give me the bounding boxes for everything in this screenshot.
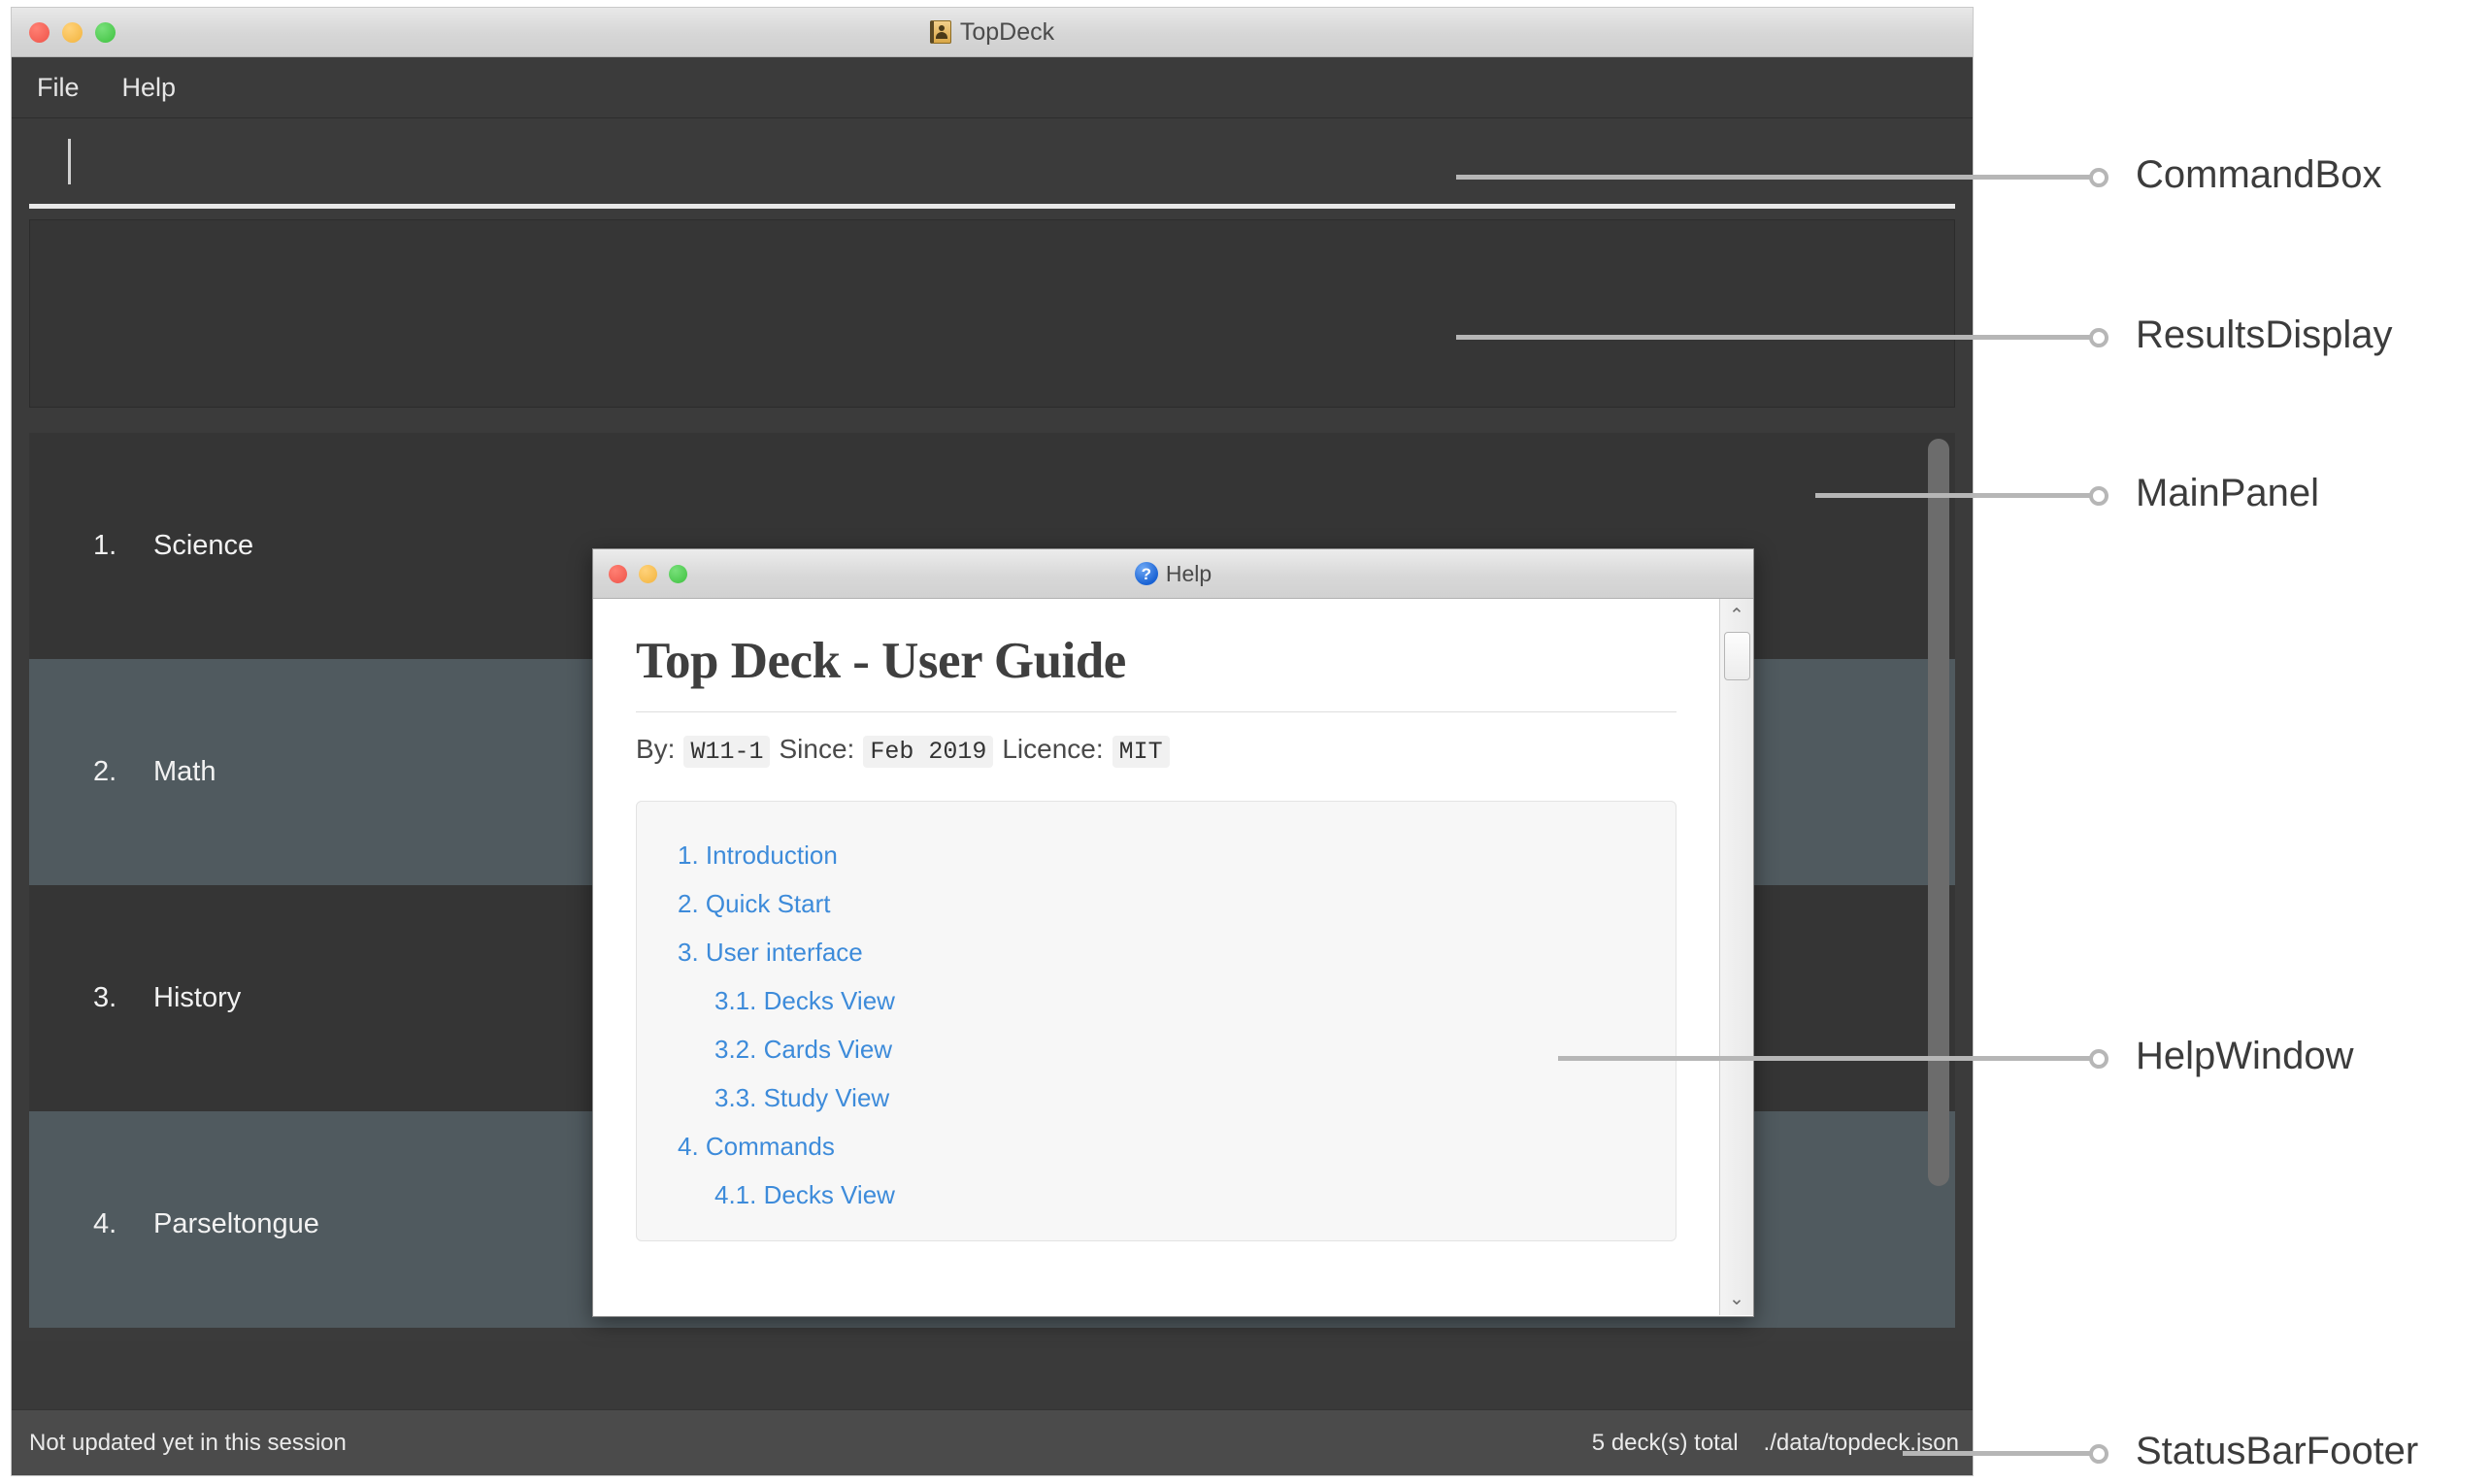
scroll-up-icon[interactable]: ⌃ xyxy=(1720,603,1753,628)
toc-link-commands-decks-view[interactable]: 4.1. Decks View xyxy=(637,1182,1676,1231)
deck-count-text: 5 deck(s) total xyxy=(1591,1429,1739,1456)
licence-label: Licence: xyxy=(1002,734,1104,764)
help-content: Top Deck - User Guide By: W11-1 Since: F… xyxy=(593,599,1719,1315)
text-caret xyxy=(68,138,71,184)
menu-item-file[interactable]: File xyxy=(37,73,80,103)
toc-link-decks-view[interactable]: 3.1. Decks View xyxy=(637,988,1676,1037)
scrollbar-thumb[interactable] xyxy=(1928,439,1949,1186)
command-input[interactable] xyxy=(29,118,1955,209)
menu-bar: File Help xyxy=(12,57,1973,118)
annotation-label: HelpWindow xyxy=(2136,1035,2354,1077)
leader-line xyxy=(1456,335,2097,340)
minimize-button[interactable] xyxy=(62,21,83,43)
toc-link-cards-view[interactable]: 3.2. Cards View xyxy=(637,1037,1676,1085)
toc-link-commands[interactable]: 4. Commands xyxy=(637,1134,1676,1182)
status-left-text: Not updated yet in this session xyxy=(29,1429,347,1456)
by-value: W11-1 xyxy=(683,736,771,768)
toc-link-introduction[interactable]: 1. Introduction xyxy=(637,842,1676,891)
help-scrollbar[interactable]: ⌃ ⌄ xyxy=(1719,599,1753,1315)
leader-line xyxy=(1903,1451,2097,1456)
help-body: Top Deck - User Guide By: W11-1 Since: F… xyxy=(593,599,1753,1315)
annotation-label: CommandBox xyxy=(2136,153,2382,196)
leader-dot xyxy=(2089,168,2108,187)
leader-line xyxy=(1558,1056,2097,1061)
status-bar-footer: Not updated yet in this session 5 deck(s… xyxy=(12,1409,1973,1475)
annotation-label: ResultsDisplay xyxy=(2136,313,2393,356)
annotation-label: StatusBarFooter xyxy=(2136,1430,2419,1472)
licence-value: MIT xyxy=(1112,736,1170,768)
help-close-button[interactable] xyxy=(609,564,627,583)
leader-dot xyxy=(2089,486,2108,506)
help-title-group: ? Help xyxy=(593,561,1753,587)
since-label: Since: xyxy=(779,734,855,764)
help-maximize-button[interactable] xyxy=(669,564,687,583)
app-title-group: TopDeck xyxy=(12,18,1973,47)
maximize-button[interactable] xyxy=(95,21,116,43)
help-minimize-button[interactable] xyxy=(639,564,657,583)
deck-name: Science xyxy=(153,530,254,561)
help-title-bar: ? Help xyxy=(593,549,1753,599)
main-panel-scrollbar[interactable] xyxy=(1928,439,1949,1312)
deck-index: 4. xyxy=(93,1208,117,1239)
command-box[interactable] xyxy=(12,118,1973,209)
by-label: By: xyxy=(636,734,676,764)
toc-link-quick-start[interactable]: 2. Quick Start xyxy=(637,891,1676,940)
address-book-icon xyxy=(929,20,951,44)
deck-index: 2. xyxy=(93,756,117,787)
deck-name: History xyxy=(153,982,242,1013)
app-title: TopDeck xyxy=(959,17,1055,46)
since-value: Feb 2019 xyxy=(863,736,994,768)
help-window: ? Help Top Deck - User Guide By: W11-1 S… xyxy=(592,548,1754,1317)
window-controls xyxy=(29,21,116,43)
scroll-down-icon[interactable]: ⌄ xyxy=(1720,1286,1753,1311)
leader-dot xyxy=(2089,328,2108,347)
help-metadata: By: W11-1 Since: Feb 2019 Licence: MIT xyxy=(636,734,1677,768)
deck-name: Parseltongue xyxy=(153,1208,319,1239)
app-title-bar: TopDeck xyxy=(12,8,1973,57)
toc-link-study-view[interactable]: 3.3. Study View xyxy=(637,1085,1676,1134)
deck-index: 3. xyxy=(93,982,117,1013)
annotation-label: MainPanel xyxy=(2136,472,2320,514)
results-display-container xyxy=(12,204,1973,421)
leader-dot xyxy=(2089,1049,2108,1069)
results-display xyxy=(29,219,1955,408)
page-title: Top Deck - User Guide xyxy=(636,632,1677,712)
menu-item-help[interactable]: Help xyxy=(122,73,177,103)
leader-line xyxy=(1456,175,2097,180)
close-button[interactable] xyxy=(29,21,50,43)
leader-line xyxy=(1815,493,2097,498)
help-scrollbar-thumb[interactable] xyxy=(1724,632,1750,680)
deck-name: Math xyxy=(153,756,216,787)
leader-dot xyxy=(2089,1444,2108,1464)
toc-link-user-interface[interactable]: 3. User interface xyxy=(637,940,1676,988)
deck-index: 1. xyxy=(93,530,117,561)
table-of-contents: 1. Introduction 2. Quick Start 3. User i… xyxy=(636,801,1677,1241)
question-mark-icon: ? xyxy=(1134,562,1158,585)
help-title: Help xyxy=(1165,560,1212,586)
help-window-controls xyxy=(609,564,687,583)
